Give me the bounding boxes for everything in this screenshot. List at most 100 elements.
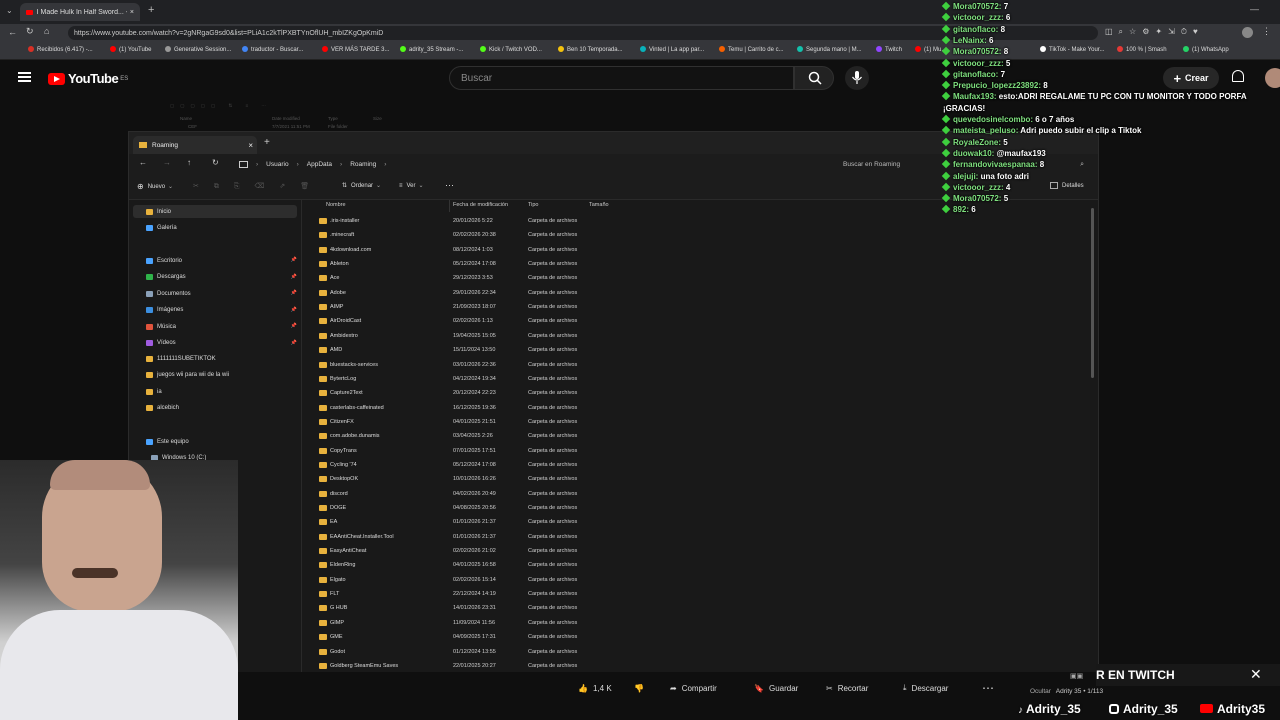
file-row[interactable]: CopyTrans 07/01/2025 17:51 Carpeta de arch… <box>319 445 789 459</box>
nav-item-pinned[interactable]: Documentos <box>146 288 191 299</box>
dislike-button[interactable]: 👎 <box>634 680 644 696</box>
file-row[interactable]: Ace 29/12/2023 3:53 Carpeta de archivos <box>319 272 789 286</box>
file-row[interactable]: AirDroidCast 02/02/2026 1:13 Carpeta de ar… <box>319 315 789 329</box>
create-button[interactable]: + Crear <box>1163 67 1219 89</box>
download-button[interactable]: ⤓ Descargar <box>903 680 948 696</box>
nav-item-pinned[interactable]: Música <box>146 321 176 332</box>
details-button[interactable]: Detalles <box>1050 182 1084 189</box>
file-row[interactable]: EA 01/01/2026 21:37 Carpeta de archivos <box>319 516 789 530</box>
file-row[interactable]: com.adobe.dunamis 03/04/2025 2:26 Carpeta … <box>319 430 789 444</box>
explorer-refresh-icon[interactable]: ↻ <box>212 158 219 167</box>
file-row[interactable]: G HUB 14/01/2026 23:31 Carpeta de archivos <box>319 602 789 616</box>
file-row[interactable]: GME 04/09/2025 17:31 Carpeta de archivos <box>319 631 789 645</box>
file-row[interactable]: discord 04/02/2026 20:49 Carpeta de archiv… <box>319 488 789 502</box>
bookmark-item[interactable]: (1) WhatsApp <box>1183 46 1229 53</box>
more-actions-button[interactable]: ⋯ <box>982 680 994 696</box>
clip-button[interactable]: ✂ Recortar <box>826 680 868 696</box>
nav-item-folder[interactable]: ia <box>146 386 162 397</box>
sort-button[interactable]: ⇅ Ordenar ⌄ <box>342 182 381 190</box>
explorer-new-tab-button[interactable]: + <box>264 137 270 148</box>
bookmark-item[interactable]: Vinted | La app par... <box>640 46 704 53</box>
back-icon[interactable]: ← <box>8 27 17 37</box>
file-row[interactable]: Ableton 05/12/2024 17:08 Carpeta de archiv… <box>319 258 789 272</box>
voice-search-button[interactable] <box>845 66 869 90</box>
bookmark-item[interactable]: Generative Session... <box>165 46 231 53</box>
file-row[interactable]: Godot 01/12/2024 13:55 Carpeta de archivos <box>319 646 789 660</box>
explorer-back-icon[interactable]: ← <box>139 158 147 167</box>
file-row[interactable]: .iris-installer 20/01/2026 5:22 Carpeta de… <box>319 215 789 229</box>
tab-close-icon[interactable]: × <box>130 9 134 16</box>
explorer-breadcrumb[interactable]: › Usuario › AppData › Roaming › <box>233 157 833 172</box>
close-icon[interactable]: ✕ <box>1250 666 1262 683</box>
file-row[interactable]: bluestacks-services 03/01/2026 22:36 Carpe… <box>319 359 789 373</box>
file-row[interactable]: .minecraft 02/02/2026 20:38 Carpeta de arc… <box>319 229 789 243</box>
nav-item-pinned[interactable]: Imágenes <box>146 305 183 316</box>
bookmark-item[interactable]: traductor - Buscar... <box>242 46 303 53</box>
bookmark-item[interactable]: VER MÁS TARDE 3... <box>322 46 389 53</box>
user-avatar[interactable] <box>1265 68 1280 88</box>
new-tab-button[interactable]: + <box>148 4 154 16</box>
file-row[interactable]: Adobe 29/01/2026 22:34 Carpeta de archivos <box>319 287 789 301</box>
save-button[interactable]: 🔖 Guardar <box>754 680 798 696</box>
miniplayer-controls[interactable]: ▣▣ <box>1070 672 1094 682</box>
reload-icon[interactable]: ↻ <box>26 26 34 37</box>
more-options-icon[interactable]: ⋯ <box>445 180 454 191</box>
explorer-tab[interactable]: Roaming × <box>133 136 257 154</box>
bookmark-item[interactable]: adrity_35 Stream -... <box>400 46 463 53</box>
nav-item-folder[interactable]: 1111111SUBETIKTOK <box>146 353 216 364</box>
new-button[interactable]: ⊕ Nuevo ⌄ <box>137 182 173 191</box>
explorer-tab-close-icon[interactable]: × <box>248 141 253 150</box>
hide-label[interactable]: Ocultar <box>1030 688 1051 695</box>
file-row[interactable]: AMD 15/11/2024 13:50 Carpeta de archivos <box>319 344 789 358</box>
browser-menu-dots-icon[interactable]: ⋮ <box>1262 26 1271 37</box>
breadcrumb-item[interactable]: Roaming <box>350 161 376 168</box>
nav-item[interactable]: Inicio <box>146 206 171 217</box>
nav-item-pinned[interactable]: Vídeos <box>146 338 176 349</box>
search-button[interactable] <box>794 66 834 90</box>
bookmark-item[interactable]: Kick / Twitch VOD... <box>480 46 542 53</box>
profile-avatar[interactable] <box>1242 27 1253 38</box>
bookmark-item[interactable]: (1) YouTube <box>110 46 151 53</box>
file-row[interactable]: Capture2Text 20/12/2024 22:23 Carpeta de a… <box>319 387 789 401</box>
youtube-logo[interactable]: YouTube ES <box>48 71 128 86</box>
file-row[interactable]: BytertcLog 04/12/2024 19:34 Carpeta de arc… <box>319 373 789 387</box>
explorer-up-icon[interactable]: ↑ <box>187 158 191 167</box>
browser-tab-active[interactable]: I Made Hulk In Half Sword... - YouTube × <box>20 3 140 21</box>
file-row[interactable]: 4kdownload.com 08/12/2024 1:03 Carpeta de … <box>319 244 789 258</box>
file-row[interactable]: Cycling '74 05/12/2024 17:08 Carpeta de ar… <box>319 459 789 473</box>
nav-item-pinned[interactable]: Escritorio <box>146 255 182 266</box>
file-row[interactable]: EAAntiCheat.Installer.Tool 01/01/2026 21:… <box>319 531 789 545</box>
like-button[interactable]: 👍 1,4 K <box>578 680 612 696</box>
file-row[interactable]: FLT 22/12/2024 14:19 Carpeta de archivos <box>319 588 789 602</box>
bookmark-item[interactable]: 100 % | Smash <box>1117 46 1167 53</box>
nav-item[interactable]: Galería <box>146 222 177 233</box>
file-row[interactable]: GIMP 11/09/2024 11:56 Carpeta de archivos <box>319 617 789 631</box>
bookmark-item[interactable]: Segunda mano | M... <box>797 46 862 53</box>
share-button[interactable]: ➦ Compartir <box>670 680 717 696</box>
column-header-name[interactable]: Nombre <box>326 202 346 208</box>
file-row[interactable]: EldenRing 04/01/2025 16:58 Carpeta de arch… <box>319 559 789 573</box>
file-row[interactable]: CitizenFX 04/01/2025 21:51 Carpeta de arch… <box>319 416 789 430</box>
clipboard-icons[interactable]: ✂⧉⎘⌫⇗🗑 <box>193 182 324 191</box>
bookmark-item[interactable]: Temu | Carrito de c... <box>719 46 784 53</box>
nav-item-drive[interactable]: Este equipo <box>146 436 189 447</box>
explorer-forward-icon[interactable]: → <box>163 158 171 167</box>
file-row[interactable]: AIMP 21/09/2023 18:07 Carpeta de archivos <box>319 301 789 315</box>
nav-item-pinned[interactable]: Descargas <box>146 272 186 283</box>
bookmark-item[interactable]: TikTok - Make Your... <box>1040 46 1104 53</box>
file-row[interactable]: Elgato 02/02/2026 15:14 Carpeta de archivo… <box>319 574 789 588</box>
breadcrumb-item[interactable]: AppData <box>307 161 332 168</box>
vertical-scrollbar[interactable] <box>1091 208 1094 378</box>
nav-item-folder[interactable]: juegos wii para wii de la wii <box>146 370 229 381</box>
file-row[interactable]: Ambidextro 19/04/2025 15:05 Carpeta de arc… <box>319 330 789 344</box>
bookmark-item[interactable]: Recibidos (6.417) -... <box>28 46 93 53</box>
breadcrumb-item[interactable]: Usuario <box>266 161 288 168</box>
bookmark-item[interactable]: Ben 10 Temporada... <box>558 46 623 53</box>
file-row[interactable]: DesktopOK 10/01/2026 16:26 Carpeta de arch… <box>319 473 789 487</box>
extensions-icons[interactable]: ◫⌕☆⚙✦⇲⏱♥ <box>1105 27 1204 37</box>
window-minimize-button[interactable]: — <box>1250 4 1259 14</box>
view-button[interactable]: ≡ Ver ⌄ <box>399 182 424 190</box>
browser-menu-icon[interactable]: ⌄ <box>6 6 13 15</box>
file-row[interactable]: DOGE 04/08/2025 20:56 Carpeta de archivos <box>319 502 789 516</box>
youtube-search-input[interactable]: Buscar <box>449 66 794 90</box>
